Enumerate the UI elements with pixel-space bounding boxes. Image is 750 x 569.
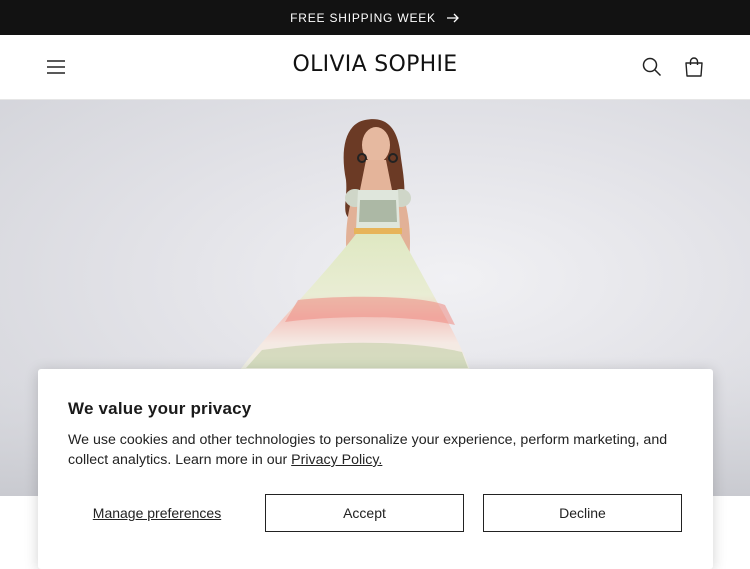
manage-preferences-link[interactable]: Manage preferences — [68, 494, 246, 532]
announcement-bar[interactable]: FREE SHIPPING WEEK — [0, 0, 750, 35]
arrow-right-icon — [446, 13, 460, 23]
privacy-policy-link[interactable]: Privacy Policy. — [291, 452, 382, 468]
shopping-bag-icon[interactable] — [682, 55, 706, 79]
site-header: OLIVIA SOPHIE — [0, 35, 750, 100]
decline-button[interactable]: Decline — [483, 494, 682, 532]
brand-logo[interactable]: OLIVIA SOPHIE — [0, 52, 750, 77]
announcement-text: FREE SHIPPING WEEK — [290, 10, 436, 25]
search-icon[interactable] — [641, 56, 663, 78]
cookie-consent-banner: We value your privacy We use cookies and… — [38, 369, 713, 569]
cookie-banner-title: We value your privacy — [68, 399, 252, 418]
cookie-banner-text: We use cookies and other technologies to… — [68, 430, 688, 470]
accept-button[interactable]: Accept — [265, 494, 464, 532]
